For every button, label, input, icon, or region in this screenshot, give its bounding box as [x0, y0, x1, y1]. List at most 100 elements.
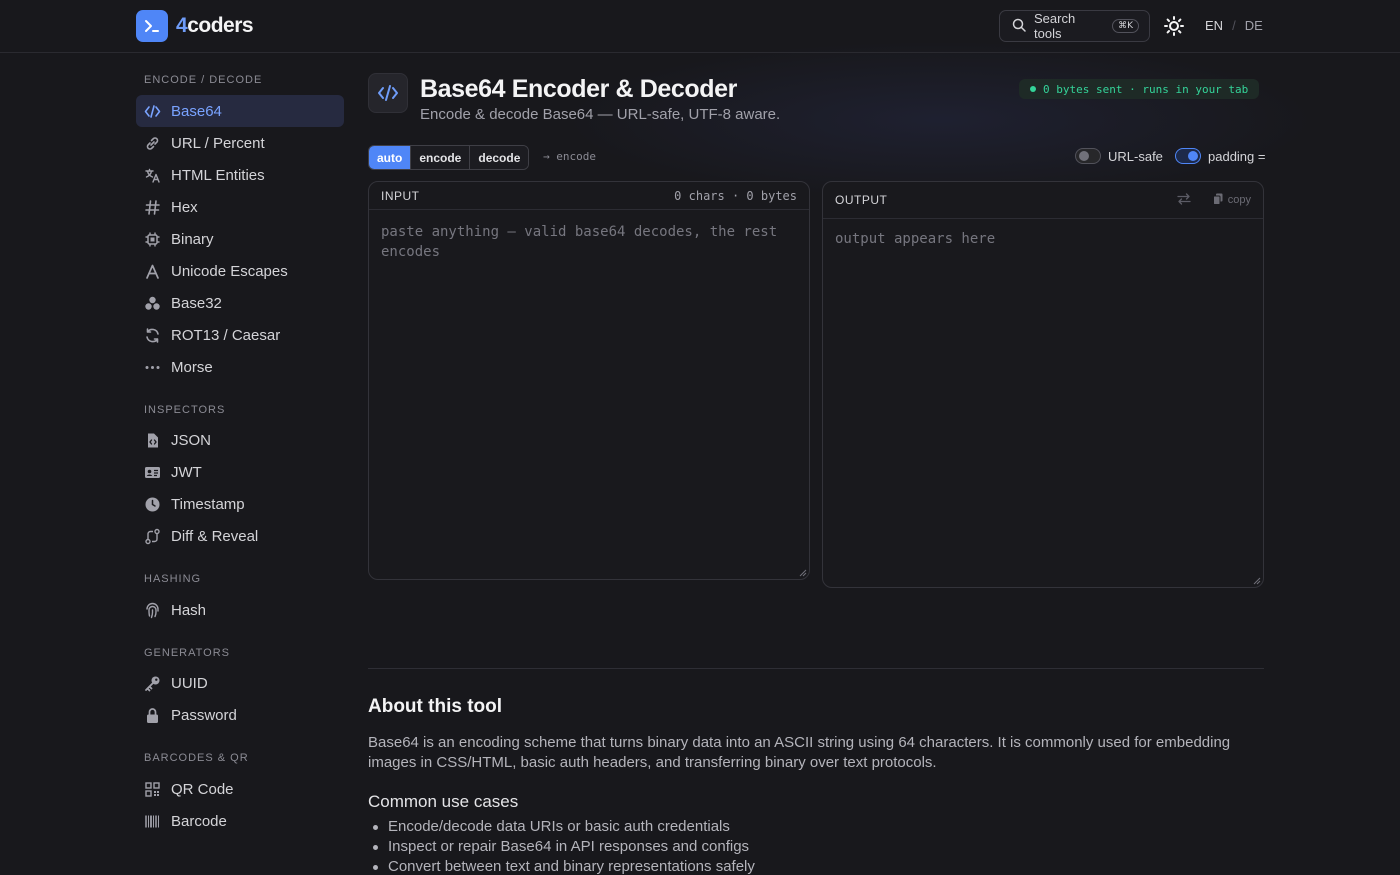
dots-icon: [144, 359, 161, 376]
mode-auto-button[interactable]: auto: [369, 146, 411, 169]
padding-toggle[interactable]: padding =: [1175, 148, 1265, 164]
logo-prefix: 4: [176, 14, 188, 37]
group-title-encode-decode: ENCODE / DECODE: [144, 74, 263, 86]
sidebar-item-label: Binary: [171, 230, 214, 248]
search-label: Search tools: [1034, 11, 1076, 41]
list-item: Inspect or repair Base64 in API response…: [373, 837, 755, 857]
key-icon: [144, 675, 161, 692]
section-divider: [368, 668, 1264, 669]
sidebar-item-label: Barcode: [171, 812, 227, 830]
sidebar-item-label: Base64: [171, 102, 222, 120]
sidebar-item-json[interactable]: JSON: [136, 424, 344, 456]
cubes-icon: [144, 295, 161, 312]
tool-code-icon: [368, 73, 408, 113]
sidebar-item-unicode[interactable]: Unicode Escapes: [136, 255, 344, 287]
url-safe-label: URL-safe: [1108, 148, 1163, 164]
lock-icon: [144, 707, 161, 724]
chip-icon: [144, 231, 161, 248]
language-switcher: EN / DE: [1205, 18, 1263, 33]
input-panel: INPUT 0 chars · 0 bytes: [368, 181, 810, 580]
search-button[interactable]: Search tools ⌘K: [999, 10, 1150, 42]
sidebar-item-jwt[interactable]: JWT: [136, 456, 344, 488]
copy-button[interactable]: copy: [1212, 193, 1251, 208]
swap-icon[interactable]: [1177, 192, 1191, 208]
hash-icon: [144, 199, 161, 216]
padding-switch[interactable]: [1175, 148, 1201, 164]
url-safe-toggle[interactable]: URL-safe: [1075, 148, 1163, 164]
group-title-barcodes: BARCODES & QR: [144, 752, 249, 764]
sidebar-item-timestamp[interactable]: Timestamp: [136, 488, 344, 520]
search-shortcut: ⌘K: [1112, 19, 1139, 33]
id-card-icon: [144, 464, 161, 481]
list-item: Encode/decode data URIs or basic auth cr…: [373, 817, 755, 837]
sidebar-item-hex[interactable]: Hex: [136, 191, 344, 223]
input-panel-title: INPUT: [381, 188, 420, 203]
input-char-count: 0 chars · 0 bytes: [674, 188, 797, 203]
sidebar-item-base64[interactable]: Base64: [136, 95, 344, 127]
sidebar-item-barcode[interactable]: Barcode: [136, 805, 344, 837]
input-panel-header: INPUT 0 chars · 0 bytes: [369, 182, 809, 210]
mode-selector: auto encode decode: [368, 145, 530, 170]
sidebar-item-label: URL / Percent: [171, 134, 265, 152]
output-panel-header: OUTPUT copy: [823, 182, 1263, 219]
sidebar-item-url[interactable]: URL / Percent: [136, 127, 344, 159]
logo-suffix: coders: [187, 14, 254, 37]
code-icon: [144, 103, 161, 120]
lang-en[interactable]: EN: [1205, 18, 1223, 33]
sidebar-item-html-entities[interactable]: HTML Entities: [136, 159, 344, 191]
padding-label: padding =: [1208, 148, 1266, 164]
sidebar-item-hash[interactable]: Hash: [136, 594, 344, 626]
copy-icon: [1212, 193, 1223, 208]
sidebar-item-password[interactable]: Password: [136, 699, 344, 731]
resize-handle-icon[interactable]: [799, 569, 807, 577]
input-textarea[interactable]: [369, 210, 809, 578]
fingerprint-icon: [144, 602, 161, 619]
theme-toggle-button[interactable]: [1163, 15, 1185, 37]
top-bar: 4coders Search tools ⌘K EN / DE: [0, 0, 1400, 53]
sidebar-item-qr[interactable]: QR Code: [136, 773, 344, 805]
sidebar-item-diff[interactable]: Diff & Reveal: [136, 520, 344, 552]
sidebar-item-label: Diff & Reveal: [171, 527, 259, 545]
privacy-badge-text: 0 bytes sent · runs in your tab: [1043, 82, 1249, 96]
sidebar-item-uuid[interactable]: UUID: [136, 667, 344, 699]
about-body: Base64 is an encoding scheme that turns …: [368, 734, 1231, 771]
output-panel: OUTPUT copy output appears here: [822, 181, 1264, 588]
search-icon: [1012, 18, 1026, 35]
mode-encode-button[interactable]: encode: [410, 146, 470, 169]
use-cases-title: Common use cases: [368, 792, 519, 811]
list-item: Convert between text and binary represen…: [373, 858, 755, 875]
letter-a-icon: [144, 263, 161, 280]
resize-handle-icon[interactable]: [1253, 577, 1261, 585]
qr-icon: [144, 781, 161, 798]
sun-icon: [1163, 16, 1185, 41]
clock-icon: [144, 496, 161, 513]
sidebar-item-label: Unicode Escapes: [171, 262, 288, 280]
sidebar-item-binary[interactable]: Binary: [136, 223, 344, 255]
sidebar-item-rot13[interactable]: ROT13 / Caesar: [136, 319, 344, 351]
sidebar-item-label: Hex: [171, 198, 198, 216]
sidebar-item-label: ROT13 / Caesar: [171, 326, 281, 344]
copy-label: copy: [1227, 194, 1251, 206]
git-compare-icon: [144, 528, 161, 545]
lang-de[interactable]: DE: [1245, 18, 1263, 33]
sidebar-item-morse[interactable]: Morse: [136, 351, 344, 383]
sidebar-item-label: Base32: [171, 294, 222, 312]
output-actions: copy: [1177, 192, 1251, 208]
logo[interactable]: 4coders: [136, 10, 254, 42]
sidebar-item-label: Timestamp: [171, 495, 245, 513]
output-placeholder: output appears here: [835, 231, 996, 247]
page-subtitle: Encode & decode Base64 — URL-safe, UTF-8…: [420, 106, 781, 123]
url-safe-switch[interactable]: [1075, 148, 1101, 164]
sidebar-item-base32[interactable]: Base32: [136, 287, 344, 319]
sidebar-item-label: HTML Entities: [171, 166, 265, 184]
file-code-icon: [144, 432, 161, 449]
sidebar-item-label: Hash: [171, 601, 207, 619]
group-title-inspectors: INSPECTORS: [144, 404, 226, 416]
terminal-icon: [136, 10, 168, 42]
lang-separator: /: [1232, 18, 1236, 33]
status-dot: [1030, 86, 1036, 92]
sidebar-item-label: JSON: [171, 431, 212, 449]
refresh-icon: [144, 327, 161, 344]
logo-text: 4coders: [176, 14, 254, 38]
mode-decode-button[interactable]: decode: [469, 146, 529, 169]
